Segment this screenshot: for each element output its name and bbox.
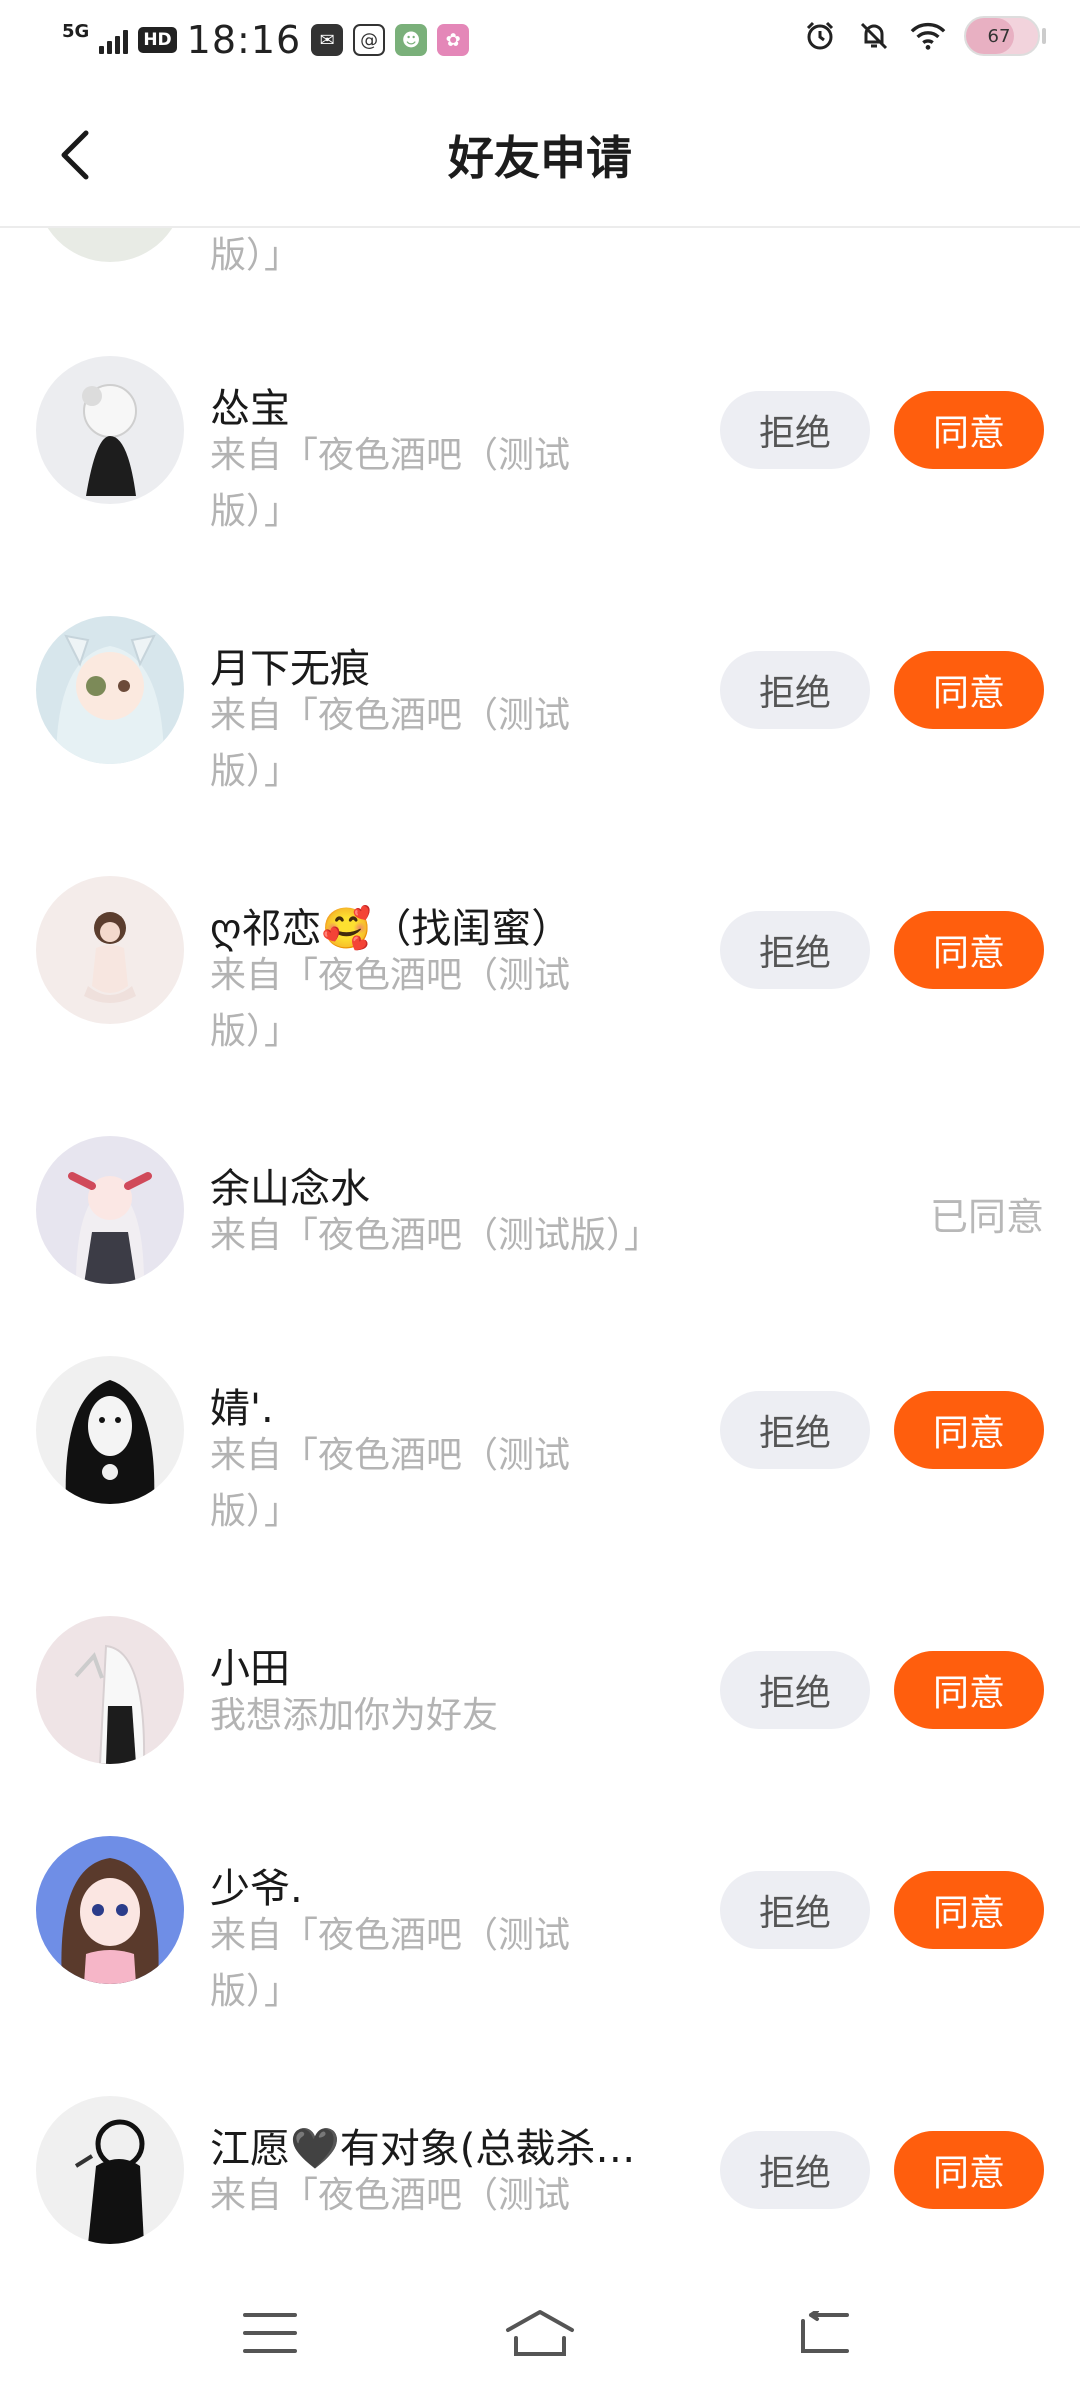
reject-button[interactable]: 拒绝 [720, 1871, 870, 1949]
agree-button[interactable]: 同意 [894, 651, 1044, 729]
menu-button[interactable] [220, 2288, 320, 2378]
request-source: 来自「夜色酒吧（测试 [210, 955, 571, 996]
reject-button[interactable]: 拒绝 [720, 2131, 870, 2209]
avatar[interactable] [36, 616, 184, 764]
signal-icon [99, 26, 129, 54]
requester-name: 婧'. [210, 1386, 274, 1432]
avatar[interactable] [36, 2096, 184, 2244]
home-button[interactable] [490, 2288, 590, 2378]
reject-button[interactable]: 拒绝 [720, 1391, 870, 1469]
battery-level: 67 [987, 25, 1011, 47]
avatar[interactable] [36, 1836, 184, 1984]
request-source-cont: 版）」 [210, 491, 301, 532]
request-source: 版）」 [210, 235, 301, 276]
app-notification-icon: ☻ [395, 24, 428, 56]
request-source-cont: 版）」 [210, 1491, 301, 1532]
hd-badge: HD [138, 27, 177, 53]
request-source: 来自「夜色酒吧（测试版）」 [210, 1215, 661, 1256]
requester-name: 小田 [210, 1646, 290, 1692]
requester-name: 少爷. [210, 1866, 303, 1912]
mute-icon [856, 18, 892, 54]
reject-button[interactable]: 拒绝 [720, 391, 870, 469]
game-notification-icon: ✿ [437, 24, 470, 56]
message-notification-icon: ✉ [311, 24, 344, 56]
menu-icon [243, 2313, 297, 2353]
request-source: 来自「夜色酒吧（测试 [210, 1915, 571, 1956]
avatar[interactable] [36, 1136, 184, 1284]
avatar[interactable] [36, 1356, 184, 1504]
status-bar: 5G HD 18:16 ✉ @ ☻ ✿ 67 [0, 0, 1080, 80]
agree-button[interactable]: 同意 [894, 1871, 1044, 1949]
avatar[interactable] [36, 876, 184, 1024]
avatar[interactable] [36, 1616, 184, 1764]
requester-name: 怂宝 [210, 386, 290, 432]
agree-button[interactable]: 同意 [894, 1391, 1044, 1469]
system-navigation-bar [0, 2258, 1080, 2408]
back-icon [801, 2311, 849, 2353]
network-type: 5G [62, 21, 90, 42]
at-notification-icon: @ [353, 24, 386, 56]
request-source: 来自「夜色酒吧（测试 [210, 2175, 571, 2216]
app-header: 好友申请 [0, 80, 1080, 228]
page-title: 好友申请 [448, 131, 632, 185]
request-source-cont: 版）」 [210, 1011, 301, 1052]
avatar[interactable] [36, 356, 184, 504]
request-source: 我想添加你为好友 [210, 1695, 499, 1736]
requester-name: 江愿🖤有对象(总裁杀… [210, 2126, 636, 2172]
request-source: 来自「夜色酒吧（测试 [210, 435, 571, 476]
requester-name: 余山念水 [210, 1166, 370, 1212]
reject-button[interactable]: 拒绝 [720, 911, 870, 989]
reject-button[interactable]: 拒绝 [720, 651, 870, 729]
reject-button[interactable]: 拒绝 [720, 1651, 870, 1729]
battery-icon: 67 [964, 16, 1046, 56]
back-nav-button[interactable] [775, 2288, 875, 2378]
request-source: 来自「夜色酒吧（测试 [210, 1435, 571, 1476]
request-source: 来自「夜色酒吧（测试 [210, 695, 571, 736]
clock: 18:16 [186, 18, 302, 62]
wifi-icon [910, 18, 946, 54]
avatar [36, 228, 184, 262]
alarm-icon [802, 18, 838, 54]
requester-name: ღ祁恋🥰（找闺蜜） [210, 906, 572, 952]
agree-button[interactable]: 同意 [894, 1651, 1044, 1729]
agree-button[interactable]: 同意 [894, 2131, 1044, 2209]
agreed-status: 已同意 [929, 1195, 1044, 1239]
request-source-cont: 版）」 [210, 751, 301, 792]
requester-name: 月下无痕 [210, 646, 370, 692]
friend-request-list[interactable]: 版）」 怂宝 来自「夜色酒吧（测试 版）」 拒绝 同意 月下无痕 来自「夜色酒吧… [0, 228, 1080, 2258]
agree-button[interactable]: 同意 [894, 911, 1044, 989]
request-source-cont: 版）」 [210, 1971, 301, 2012]
home-icon [506, 2310, 574, 2356]
agree-button[interactable]: 同意 [894, 391, 1044, 469]
